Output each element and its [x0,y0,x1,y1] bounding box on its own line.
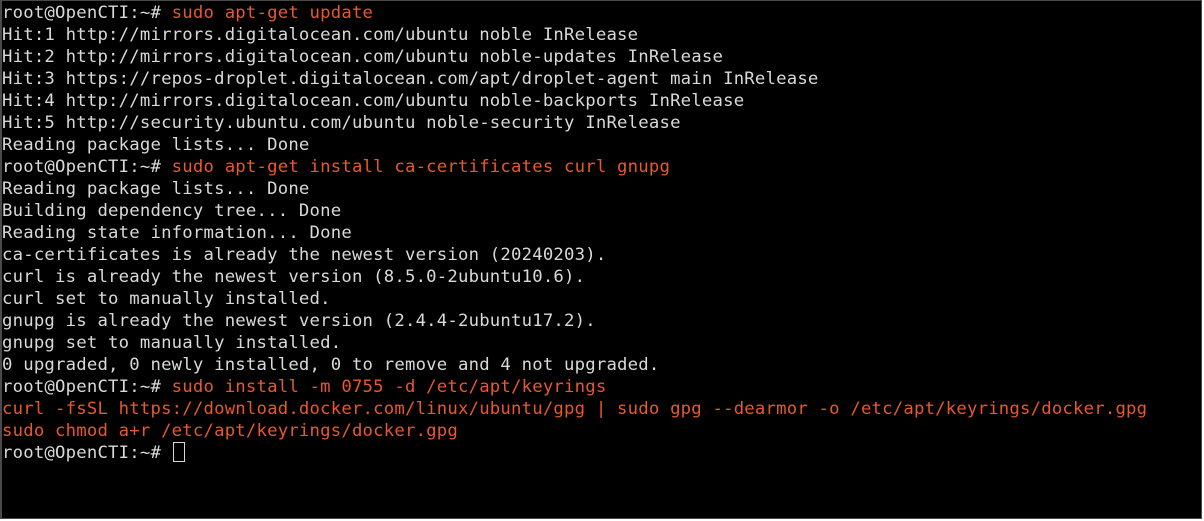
terminal-output-line: Hit:4 http://mirrors.digitalocean.com/ub… [2,90,1147,112]
output-text: gnupg is already the newest version (2.4… [2,311,596,331]
terminal-window[interactable]: root@OpenCTI:~# sudo apt-get update Hit:1… [0,0,1202,519]
command-text: curl -fsSL https://download.docker.com/l… [2,399,1148,419]
output-text: curl set to manually installed. [2,289,331,309]
terminal-output-line: gnupg set to manually installed. [2,332,1147,354]
terminal-output-line: Reading state information... Done [2,222,1147,244]
shell-prompt: root@OpenCTI:~# [2,377,172,397]
output-text: ca-certificates is already the newest ve… [2,245,607,265]
terminal-output-line: gnupg is already the newest version (2.4… [2,310,1147,332]
terminal-command-line: root@OpenCTI:~# sudo apt-get update [2,2,1147,24]
output-text: Hit:1 http://mirrors.digitalocean.com/ub… [2,25,639,45]
terminal-output-line: 0 upgraded, 0 newly installed, 0 to remo… [2,354,1147,376]
command-text: sudo install -m 0755 -d /etc/apt/keyring… [171,377,607,397]
terminal-output-line: ca-certificates is already the newest ve… [2,244,1147,266]
output-text: Hit:5 http://security.ubuntu.com/ubuntu … [2,113,681,133]
output-text: Reading package lists... Done [2,135,310,155]
terminal-prompt-line: root@OpenCTI:~# [2,442,1147,464]
terminal-command-line: root@OpenCTI:~# sudo apt-get install ca-… [2,156,1147,178]
shell-prompt: root@OpenCTI:~# [2,157,172,177]
output-text: Reading state information... Done [2,223,352,243]
command-text: sudo chmod a+r /etc/apt/keyrings/docker.… [2,421,458,441]
command-text: sudo apt-get update [171,3,374,23]
terminal-output-line: Hit:3 https://repos-droplet.digitalocean… [2,68,1147,90]
command-text: sudo apt-get install ca-certificates cur… [171,157,671,177]
output-text: Reading package lists... Done [2,179,310,199]
output-text: curl is already the newest version (8.5.… [2,267,586,287]
terminal-output-line: Hit:2 http://mirrors.digitalocean.com/ub… [2,46,1147,68]
shell-prompt: root@OpenCTI:~# [2,443,172,463]
terminal-output-line: curl is already the newest version (8.5.… [2,266,1147,288]
terminal-output: root@OpenCTI:~# sudo apt-get update Hit:1… [2,2,1147,464]
output-text: Building dependency tree... Done [2,201,342,221]
terminal-output-line: curl set to manually installed. [2,288,1147,310]
shell-prompt: root@OpenCTI:~# [2,3,172,23]
terminal-command-line: curl -fsSL https://download.docker.com/l… [2,398,1147,420]
terminal-output-line: Reading package lists... Done [2,134,1147,156]
text-cursor[interactable] [172,442,185,462]
terminal-output-line: Reading package lists... Done [2,178,1147,200]
output-text: Hit:4 http://mirrors.digitalocean.com/ub… [2,91,745,111]
terminal-output-line: Hit:5 http://security.ubuntu.com/ubuntu … [2,112,1147,134]
terminal-command-line: sudo chmod a+r /etc/apt/keyrings/docker.… [2,420,1147,442]
output-text: 0 upgraded, 0 newly installed, 0 to remo… [2,355,660,375]
output-text: Hit:2 http://mirrors.digitalocean.com/ub… [2,47,724,67]
terminal-output-line: Hit:1 http://mirrors.digitalocean.com/ub… [2,24,1147,46]
output-text: Hit:3 https://repos-droplet.digitalocean… [2,69,819,89]
output-text: gnupg set to manually installed. [2,333,342,353]
terminal-output-line: Building dependency tree... Done [2,200,1147,222]
terminal-command-line: root@OpenCTI:~# sudo install -m 0755 -d … [2,376,1147,398]
